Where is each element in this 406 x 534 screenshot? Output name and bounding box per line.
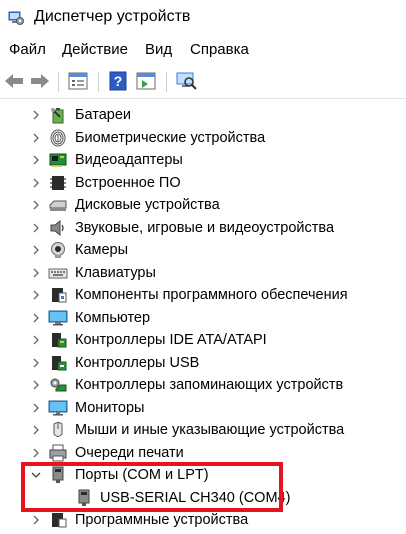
tree-item-label: Клавиатуры: [75, 264, 156, 281]
scan-hardware-icon: [176, 72, 197, 90]
menu-help[interactable]: Справка: [190, 41, 249, 58]
tree-item-label: Очереди печати: [75, 444, 184, 461]
tree-item-label: Дисковые устройства: [75, 197, 220, 213]
back-button[interactable]: [2, 69, 26, 93]
menu-bar: Файл Действие Вид Справка: [0, 38, 406, 62]
ide-controller-icon: [52, 333, 67, 348]
chevron-right-icon[interactable]: [31, 307, 41, 329]
chevron-right-icon[interactable]: [31, 509, 41, 531]
chevron-right-icon[interactable]: [31, 217, 41, 239]
tree-item-software-components[interactable]: Компоненты программного обеспечения: [0, 284, 406, 306]
chevron-right-icon[interactable]: [31, 352, 41, 374]
chevron-right-icon[interactable]: [31, 194, 41, 216]
menu-view[interactable]: Вид: [145, 41, 172, 58]
update-driver-icon: [136, 72, 156, 90]
tree-item-display-adapters[interactable]: Видеоадаптеры: [0, 149, 406, 171]
chevron-right-icon[interactable]: [31, 419, 41, 441]
tree-item-label: Звуковые, игровые и видеоустройства: [75, 219, 335, 236]
camera-icon: [51, 242, 65, 258]
tree-item-label: Программные устройства: [75, 512, 249, 528]
title-bar: Диспетчер устройств: [0, 0, 406, 36]
usb-controller-icon: [52, 355, 67, 370]
tree-item-computer[interactable]: Компьютер: [0, 307, 406, 329]
tree-item-sound-devices[interactable]: Звуковые, игровые и видеоустройства: [0, 217, 406, 239]
tree-item-label: Камеры: [75, 242, 129, 258]
tree-item-keyboards[interactable]: Клавиатуры: [0, 262, 406, 284]
printer-icon: [49, 444, 67, 461]
window-title: Диспетчер устройств: [34, 8, 191, 25]
chevron-right-icon[interactable]: [31, 262, 41, 284]
chevron-right-icon[interactable]: [31, 397, 41, 419]
computer-icon: [48, 310, 68, 325]
chevron-right-icon[interactable]: [31, 127, 41, 149]
tree-item-label: Батареи: [75, 107, 132, 123]
tree-item-software-devices[interactable]: Программные устройства: [0, 509, 406, 531]
tree-item-batteries[interactable]: Батареи: [0, 104, 406, 126]
tree-item-usb-controllers[interactable]: Контроллеры USB: [0, 352, 406, 374]
menu-file[interactable]: Файл: [9, 41, 46, 58]
tree-item-ide-controllers[interactable]: Контроллеры IDE ATA/ATAPI: [0, 329, 406, 351]
back-arrow-icon: [5, 74, 23, 88]
tree-item-label: Встроенное ПО: [75, 174, 181, 191]
keyboard-icon: [48, 268, 68, 278]
help-button[interactable]: ?: [106, 69, 130, 93]
monitor-icon: [48, 400, 68, 415]
speaker-icon: [50, 219, 64, 236]
fingerprint-icon: [50, 129, 66, 146]
chevron-right-icon[interactable]: [31, 374, 41, 396]
tree-item-firmware[interactable]: Встроенное ПО: [0, 172, 406, 194]
chevron-right-icon[interactable]: [31, 284, 41, 306]
tree-item-label: Мониторы: [75, 399, 145, 416]
update-driver-button[interactable]: [134, 69, 158, 93]
tree-item-disk-drives[interactable]: Дисковые устройства: [0, 194, 406, 216]
chevron-right-icon[interactable]: [31, 149, 41, 171]
tree-item-label: Компьютер: [75, 309, 151, 326]
chevron-right-icon[interactable]: [31, 329, 41, 351]
disk-drive-icon: [49, 200, 67, 211]
tree-item-label: Мыши и иные указывающие устройства: [75, 422, 345, 438]
menu-action[interactable]: Действие: [62, 41, 128, 58]
device-manager-icon: [8, 11, 24, 25]
tree-item-label: Контроллеры запоминающих устройств: [75, 377, 344, 393]
tree-item-mice[interactable]: Мыши и иные указывающие устройства: [0, 419, 406, 441]
tree-item-label: Контроллеры USB: [75, 354, 200, 371]
display-adapter-icon: [49, 153, 67, 167]
properties-button[interactable]: [66, 69, 90, 93]
toolbar: ?: [0, 64, 406, 98]
properties-icon: [68, 72, 88, 90]
toolbar-divider: [0, 98, 406, 99]
chevron-right-icon[interactable]: [31, 104, 41, 126]
chevron-right-icon[interactable]: [31, 442, 41, 464]
tree-item-monitors[interactable]: Мониторы: [0, 397, 406, 419]
tree-item-cameras[interactable]: Камеры: [0, 239, 406, 261]
storage-controller-icon: [50, 378, 67, 392]
tree-item-print-queues[interactable]: Очереди печати: [0, 442, 406, 464]
toolbar-separator: [98, 72, 99, 92]
battery-icon: [51, 108, 64, 124]
scan-hardware-button[interactable]: [174, 69, 198, 93]
tree-item-label: Контроллеры IDE ATA/ATAPI: [75, 332, 267, 348]
svg-text:?: ?: [114, 73, 123, 89]
chevron-right-icon[interactable]: [31, 239, 41, 261]
help-icon: ?: [109, 71, 127, 91]
tree-item-label: Компоненты программного обеспечения: [75, 287, 348, 303]
toolbar-separator: [58, 72, 59, 92]
software-component-icon: [52, 288, 67, 303]
tree-item-label: Видеоадаптеры: [75, 152, 183, 168]
toolbar-separator: [166, 72, 167, 92]
software-device-icon: [52, 513, 67, 528]
mouse-icon: [53, 422, 63, 437]
chevron-right-icon[interactable]: [31, 172, 41, 194]
firmware-chip-icon: [50, 175, 66, 190]
forward-arrow-icon: [31, 74, 49, 88]
tree-item-biometric[interactable]: Биометрические устройства: [0, 127, 406, 149]
highlight-frame: [21, 462, 283, 512]
forward-button[interactable]: [28, 69, 52, 93]
tree-item-storage-controllers[interactable]: Контроллеры запоминающих устройств: [0, 374, 406, 396]
tree-item-label: Биометрические устройства: [75, 129, 266, 146]
